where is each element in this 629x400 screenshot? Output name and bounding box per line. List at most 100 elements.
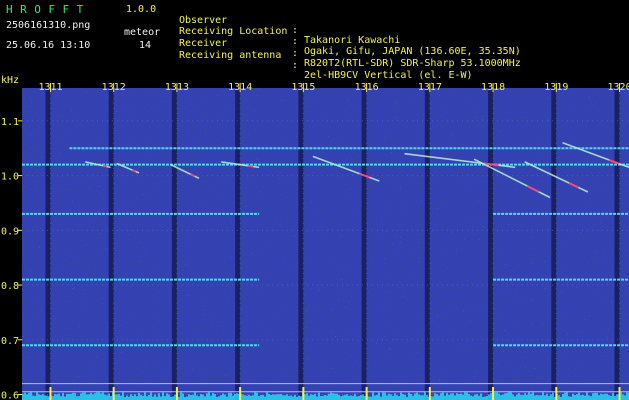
level-bar (68, 393, 70, 400)
level-bar (308, 395, 310, 400)
level-bar (496, 392, 498, 400)
info-value: Takanori Kawachi (304, 35, 401, 46)
level-bar (498, 393, 500, 400)
y-tick-label: 0.8 (1, 281, 19, 292)
level-bar (356, 396, 358, 400)
level-bar (396, 395, 398, 400)
level-bar (102, 392, 104, 400)
level-bar (450, 393, 452, 400)
level-bar (414, 393, 416, 400)
level-bar (196, 395, 198, 400)
level-bar (60, 396, 62, 400)
level-bar (82, 392, 84, 400)
level-bar (466, 392, 468, 400)
level-bar (538, 395, 540, 400)
level-bar (338, 394, 340, 400)
file-name: 2506161310.png (6, 20, 91, 31)
level-bar (442, 392, 444, 400)
level-bar (346, 394, 348, 400)
level-bar (42, 394, 44, 400)
level-bar (294, 394, 296, 400)
level-bar (584, 395, 586, 400)
level-bar (614, 395, 616, 400)
level-bar (408, 392, 410, 400)
level-bar (242, 394, 244, 400)
level-bar (232, 395, 234, 400)
level-bar (398, 396, 400, 400)
level-bar (588, 395, 590, 400)
level-bar (84, 392, 86, 400)
y-tick-label: 1.0 (1, 172, 19, 183)
level-bar (22, 393, 24, 400)
app-version: 1.0.0 (126, 4, 157, 15)
level-bar (236, 393, 238, 400)
level-bar (612, 392, 614, 400)
meteor-head (131, 169, 137, 173)
level-bar (434, 393, 436, 400)
level-bar (188, 394, 190, 400)
level-bar (226, 396, 228, 400)
level-marker (49, 387, 52, 400)
level-bar (200, 394, 202, 400)
level-bar (624, 395, 626, 400)
level-bar (562, 394, 564, 400)
level-bar (330, 392, 332, 400)
level-bar (402, 394, 404, 400)
level-bar (336, 393, 338, 400)
level-bar (490, 393, 492, 400)
level-bar (424, 392, 426, 400)
level-bar (146, 396, 148, 400)
level-bar (194, 392, 196, 400)
info-value: R820T2(RTL-SDR) SDR-Sharp 53.1000MHz (304, 58, 521, 69)
level-bar (608, 395, 610, 400)
level-bar (470, 395, 472, 400)
level-bar (326, 395, 328, 400)
level-bar (376, 394, 378, 400)
level-bar (622, 394, 624, 400)
info-key: Receiving antenna (179, 50, 282, 61)
level-bar (576, 394, 578, 400)
meteor-count: 14 (139, 40, 152, 51)
level-bar (174, 394, 176, 400)
level-bar (140, 394, 142, 400)
x-tick-label: 1320 (608, 82, 629, 93)
level-bar (110, 395, 112, 400)
level-bar (228, 392, 230, 400)
level-bar (568, 396, 570, 400)
level-bar (518, 393, 520, 400)
hrofft-window: kHz 1.1 1.0 0.9 0.8 0.7 0.6 1311 1312 1313 1314 1… (0, 0, 629, 400)
level-bar (98, 392, 100, 400)
level-bar (38, 394, 40, 400)
level-bar (58, 393, 60, 400)
level-bar (108, 393, 110, 400)
level-bar (502, 394, 504, 400)
level-bar (298, 395, 300, 400)
level-bar (318, 392, 320, 400)
info-sep: : (292, 36, 299, 47)
mode-label: meteor (124, 27, 161, 38)
level-bar (254, 392, 256, 400)
level-bar (272, 394, 274, 400)
level-bar (542, 392, 544, 400)
y-tick-label: 1.1 (1, 117, 19, 128)
level-bar (40, 394, 42, 400)
level-bar (540, 395, 542, 400)
level-bar (300, 396, 302, 400)
level-bar (374, 395, 376, 400)
level-bar (332, 393, 334, 400)
column-gap (235, 88, 241, 400)
level-bar (388, 393, 390, 400)
level-bar (590, 396, 592, 400)
level-bar (286, 394, 288, 400)
level-bar (54, 394, 56, 400)
level-bar (210, 395, 212, 400)
level-bar (522, 395, 524, 400)
level-bar (160, 396, 162, 400)
level-bar (360, 395, 362, 400)
level-bar (394, 393, 396, 400)
level-bar (494, 392, 496, 400)
level-bar (440, 393, 442, 400)
level-bar (28, 392, 30, 400)
column-gap (45, 88, 51, 400)
level-bar (600, 393, 602, 400)
